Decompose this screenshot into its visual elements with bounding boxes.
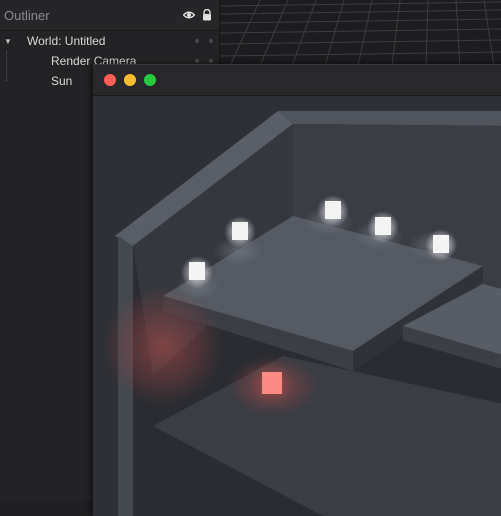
lock-dot[interactable]: [209, 59, 213, 63]
viewport-grid[interactable]: [220, 0, 501, 66]
render-view[interactable]: [93, 96, 501, 516]
outliner-header-icons: [183, 9, 213, 21]
light-cube-3: [317, 195, 349, 227]
grid-floor: [220, 0, 501, 66]
light-cube-4: [367, 211, 399, 243]
row-toggles: [195, 59, 213, 63]
close-button[interactable]: [104, 74, 116, 86]
row-toggles: [195, 39, 213, 43]
rendered-scene: [93, 96, 501, 516]
visibility-dot[interactable]: [195, 59, 199, 63]
light-cube-2: [224, 216, 256, 248]
caret-down-icon[interactable]: ▼: [4, 37, 14, 46]
minimize-button[interactable]: [124, 74, 136, 86]
lock-dot[interactable]: [209, 39, 213, 43]
maximize-button[interactable]: [144, 74, 156, 86]
red-light-cube: [249, 361, 293, 405]
outliner-title: Outliner: [4, 7, 50, 23]
window-titlebar[interactable]: [93, 65, 501, 96]
lock-icon[interactable]: [201, 9, 213, 21]
tree-item-world[interactable]: ▼ World: Untitled: [0, 31, 219, 51]
light-cube-1: [181, 256, 213, 288]
visibility-dot[interactable]: [195, 39, 199, 43]
tree-item-label: World: Untitled: [27, 34, 106, 48]
outliner-header: Outliner: [0, 0, 219, 31]
light-cube-5: [425, 229, 457, 261]
tree-item-label: Sun: [51, 74, 73, 88]
eye-icon[interactable]: [183, 9, 195, 21]
render-window: [93, 64, 501, 516]
